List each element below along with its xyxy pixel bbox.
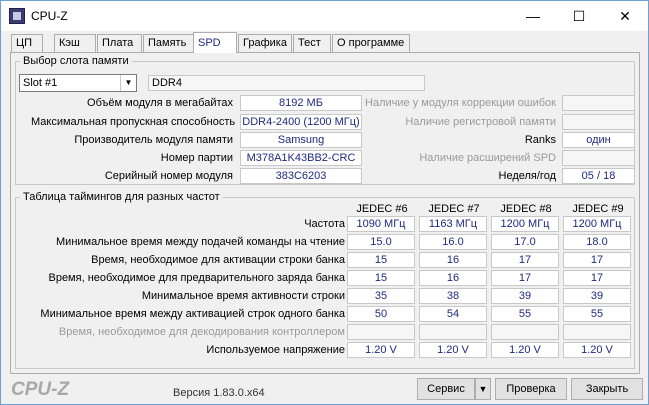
week-year-label: Неделя/год [498,170,557,182]
timing-cell: 50 [347,306,415,322]
version-text: Версия 1.83.0.x64 [173,387,265,399]
registered-label: Наличие регистровой памяти [405,116,556,128]
timing-row-label: Минимальное время активности строки [141,290,345,302]
timing-cell: 17 [491,252,559,268]
ranks-value: один [562,132,635,148]
timing-cell: 1.20 V [491,342,559,358]
module-size-label: Объём модуля в мегабайтах [87,97,233,109]
timing-col-header: JEDEC #6 [356,203,408,215]
cpuz-app-icon [9,8,25,24]
timing-row-label: Частота [304,218,345,230]
timing-cell: 38 [419,288,487,304]
close-button[interactable]: Закрыть [571,378,643,400]
timing-cell: 15 [347,252,415,268]
ecc-value [562,95,635,111]
timing-cell: 15.0 [347,234,415,250]
timing-cell: 16.0 [419,234,487,250]
timing-row-label: Минимальное время между подачей команды … [56,236,345,248]
tab-spd[interactable]: SPD [193,32,237,53]
timing-row-label: Используемое напряжение [206,344,345,356]
part-number-value: M378A1K43BB2-CRC [240,150,362,166]
timing-cell: 55 [563,306,631,322]
week-year-value: 05 / 18 [562,168,635,184]
timing-cell: 15 [347,270,415,286]
manufacturer-label: Производитель модуля памяти [74,134,233,146]
timing-cell: 39 [491,288,559,304]
timing-cell: 1163 МГц [419,216,487,232]
tab-graphics[interactable]: Графика [238,34,292,52]
spd-ext-label: Наличие расширений SPD [419,152,556,164]
memory-type-field: DDR4 [148,75,425,91]
minimize-button[interactable]: — [510,1,556,31]
timing-cell: 35 [347,288,415,304]
part-number-label: Номер партии [160,152,233,164]
close-window-button[interactable]: ✕ [602,1,648,31]
timing-col-header: JEDEC #9 [572,203,624,215]
spd-ext-value [562,150,635,166]
timing-cell: 17.0 [491,234,559,250]
slot-select-value: Slot #1 [23,77,58,89]
tab-bench[interactable]: Тест [293,34,331,52]
max-bandwidth-value: DDR4-2400 (1200 МГц) [240,114,362,130]
module-size-value: 8192 МБ [240,95,362,111]
timing-cell: 1.20 V [563,342,631,358]
tab-about[interactable]: О программе [332,34,410,52]
cpuz-window: CPU-Z — ☐ ✕ ЦП Кэш Плата Память SPD Граф… [0,0,649,405]
timing-cell: 1.20 V [419,342,487,358]
slot-select[interactable]: Slot #1 ▼ [19,74,137,92]
timing-row-label: Время, необходимое для активации строки … [91,254,345,266]
manufacturer-value: Samsung [240,132,362,148]
timing-cell: 1090 МГц [347,216,415,232]
slot-group-legend: Выбор слота памяти [23,55,129,67]
tab-memory[interactable]: Память [143,34,195,52]
timing-cell [491,324,559,340]
chevron-down-icon[interactable]: ▼ [120,75,136,91]
timing-cell: 54 [419,306,487,322]
timing-cell: 17 [563,270,631,286]
validate-button[interactable]: Проверка [495,378,567,400]
timing-cell [347,324,415,340]
timing-row-label: Минимальное время между активацией строк… [40,308,345,320]
timing-col-header: JEDEC #7 [428,203,480,215]
spd-panel: Выбор слота памяти Slot #1 ▼ DDR4 Объём … [10,52,640,374]
ecc-label: Наличие у модуля коррекции ошибок [365,97,556,109]
serial-number-label: Серийный номер модуля [104,170,233,182]
timing-cell: 18.0 [563,234,631,250]
tab-cpu[interactable]: ЦП [11,34,43,52]
timing-cell: 39 [563,288,631,304]
registered-value [562,114,635,130]
timing-cell: 17 [563,252,631,268]
timing-cell: 1.20 V [347,342,415,358]
ranks-label: Ranks [524,134,556,146]
timing-cell: 17 [491,270,559,286]
tools-dropdown-arrow-icon[interactable]: ▼ [475,378,491,400]
timing-cell: 16 [419,252,487,268]
maximize-button[interactable]: ☐ [556,1,602,31]
serial-number-value: 383C6203 [240,168,362,184]
max-bandwidth-label: Максимальная пропускная способность [31,116,236,128]
timings-group-legend: Таблица таймингов для разных частот [23,191,220,203]
timing-cell: 55 [491,306,559,322]
tab-mainboard[interactable]: Плата [97,34,142,52]
timing-cell: 1200 МГц [491,216,559,232]
tab-cache[interactable]: Кэш [54,34,96,52]
timing-col-header: JEDEC #8 [500,203,552,215]
timing-cell [419,324,487,340]
tools-button[interactable]: Сервис [417,378,475,400]
timing-cell: 1200 МГц [563,216,631,232]
cpuz-footer-logo: CPU-Z [11,379,70,400]
timing-row-label: Время, необходимое для предварительного … [48,272,345,284]
title-bar[interactable]: CPU-Z — ☐ ✕ [1,1,648,31]
timing-row-label: Время, необходимое для декодирования кон… [58,326,345,338]
window-title: CPU-Z [31,9,68,23]
timing-cell [563,324,631,340]
timing-cell: 16 [419,270,487,286]
